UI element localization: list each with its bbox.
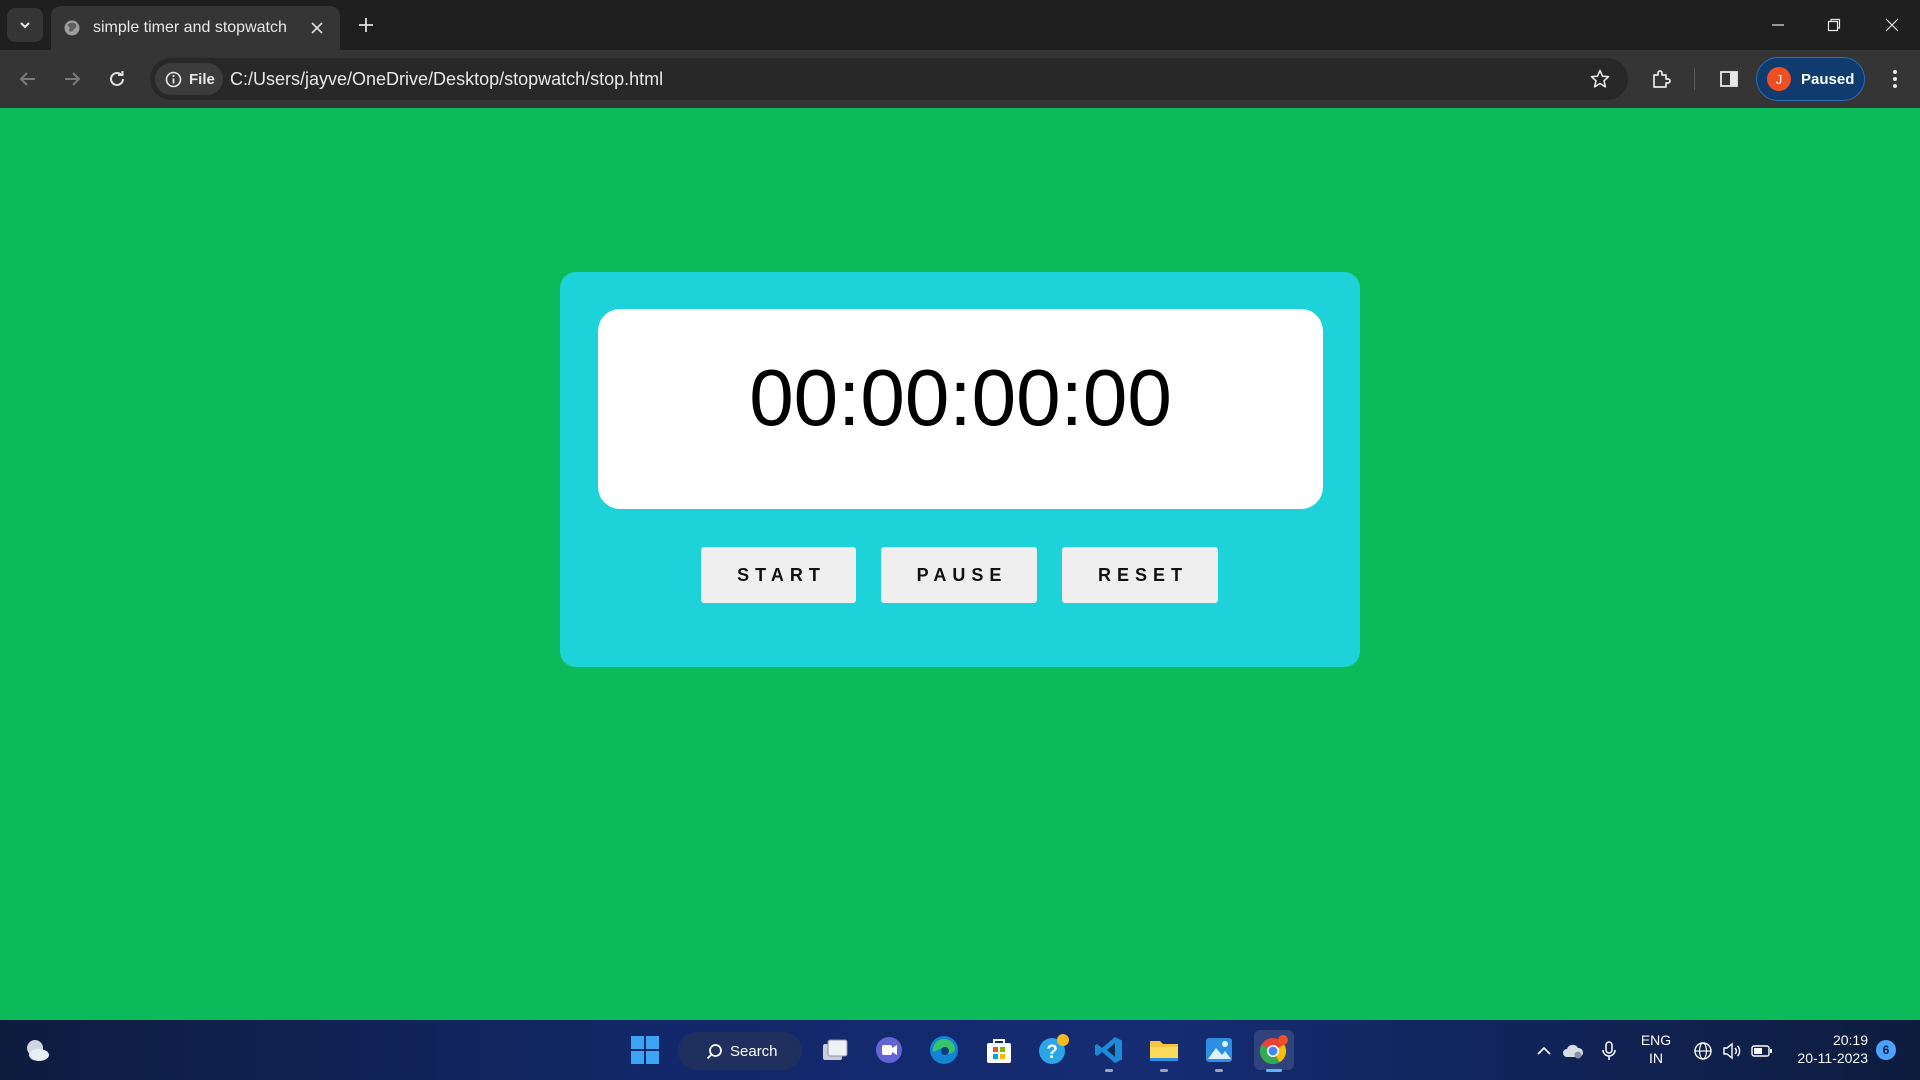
close-icon	[311, 22, 323, 34]
help-icon: ?	[1039, 1034, 1069, 1064]
search-label: Search	[730, 1042, 778, 1060]
restore-icon	[1827, 18, 1841, 32]
meet-icon	[876, 1037, 902, 1063]
toolbar-divider	[1694, 68, 1695, 90]
chevron-up-icon	[1537, 1046, 1551, 1055]
tab-search-button[interactable]	[7, 8, 43, 42]
bookmark-button[interactable]	[1588, 67, 1612, 91]
browser-tab[interactable]: simple timer and stopwatch	[51, 6, 340, 50]
running-indicator	[1266, 1069, 1282, 1072]
site-info-chip[interactable]: File	[155, 63, 223, 95]
arrow-right-icon	[65, 72, 81, 86]
running-indicator	[1215, 1069, 1223, 1072]
profile-status: Paused	[1801, 70, 1855, 88]
svg-text:?: ?	[1046, 1042, 1058, 1063]
store-icon	[987, 1039, 1011, 1063]
forward-button[interactable]	[54, 61, 90, 97]
info-icon	[165, 71, 182, 87]
site-chip-label: File	[189, 70, 215, 88]
file-explorer-icon	[1150, 1041, 1178, 1061]
microphone-icon	[1602, 1041, 1616, 1060]
task-view-icon	[823, 1039, 848, 1060]
microphone-tray-icon[interactable]	[1598, 1040, 1620, 1062]
running-indicator	[1160, 1069, 1168, 1072]
edge-app[interactable]	[924, 1030, 964, 1070]
notification-badge[interactable]: 6	[1876, 1040, 1896, 1060]
taskbar-search[interactable]: Search	[678, 1032, 802, 1070]
search-icon	[706, 1043, 722, 1059]
photos-app[interactable]	[1199, 1030, 1239, 1072]
tab-title: simple timer and stopwatch	[93, 19, 287, 36]
arrow-left-icon	[19, 72, 35, 86]
language-indicator[interactable]: ENG IN	[1638, 1031, 1674, 1067]
start-button[interactable]: START	[701, 547, 856, 603]
minimize-button[interactable]	[1750, 0, 1806, 50]
battery-tray-icon[interactable]	[1751, 1040, 1773, 1062]
more-vertical-icon	[1893, 70, 1897, 88]
network-tray-icon[interactable]	[1692, 1040, 1714, 1062]
minimize-icon	[1772, 24, 1784, 26]
chrome-icon	[1259, 1035, 1288, 1065]
weather-icon	[27, 1040, 49, 1061]
avatar: J	[1767, 67, 1791, 91]
puzzle-icon	[1653, 70, 1671, 88]
running-indicator	[1105, 1069, 1113, 1072]
browser-menu-button[interactable]	[1880, 64, 1910, 94]
start-icon	[631, 1036, 659, 1064]
clock-date: 20-11-2023	[1797, 1050, 1868, 1066]
photos-icon	[1206, 1038, 1232, 1062]
time-readout: 00:00:00:00	[749, 353, 1172, 442]
battery-icon	[1751, 1045, 1772, 1057]
close-icon	[1885, 18, 1899, 32]
volume-icon	[1723, 1042, 1741, 1060]
chrome-app[interactable]	[1254, 1030, 1294, 1072]
show-hidden-icons-button[interactable]	[1533, 1040, 1555, 1062]
new-tab-button[interactable]	[352, 11, 380, 39]
reload-icon	[110, 71, 124, 86]
volume-tray-icon[interactable]	[1721, 1040, 1743, 1062]
start-button[interactable]	[625, 1030, 665, 1070]
windows-taskbar: Search ? ENG IN 20:19 20-11-2023 6	[0, 1020, 1920, 1080]
vscode-app[interactable]	[1089, 1030, 1129, 1072]
globe-icon	[63, 19, 81, 37]
vscode-icon	[1095, 1037, 1122, 1063]
tab-close-button[interactable]	[306, 17, 328, 39]
restore-button[interactable]	[1806, 0, 1862, 50]
pause-button[interactable]: PAUSE	[881, 547, 1037, 603]
task-view-button[interactable]	[815, 1030, 855, 1070]
browser-toolbar: File C:/Users/jayve/OneDrive/Desktop/sto…	[0, 50, 1920, 108]
time-display: 00:00:00:00	[598, 309, 1323, 509]
star-icon	[1590, 69, 1610, 88]
extensions-button[interactable]	[1647, 64, 1677, 94]
store-app[interactable]	[979, 1030, 1019, 1070]
address-bar[interactable]: File C:/Users/jayve/OneDrive/Desktop/sto…	[150, 58, 1628, 100]
onedrive-tray-icon[interactable]	[1562, 1040, 1584, 1062]
language-code: ENG	[1640, 1032, 1672, 1048]
edge-icon	[930, 1036, 958, 1064]
reload-button[interactable]	[99, 61, 135, 97]
reset-button[interactable]: RESET	[1062, 547, 1218, 603]
close-window-button[interactable]	[1864, 0, 1920, 50]
get-help-app[interactable]: ?	[1034, 1030, 1074, 1070]
weather-widget[interactable]	[17, 1030, 57, 1070]
back-button[interactable]	[10, 61, 46, 97]
profile-button[interactable]: J Paused	[1756, 57, 1865, 101]
side-panel-button[interactable]	[1714, 64, 1744, 94]
meet-app[interactable]	[869, 1030, 909, 1070]
region-code: IN	[1649, 1050, 1663, 1066]
file-explorer-app[interactable]	[1144, 1030, 1184, 1072]
plus-icon	[359, 18, 373, 32]
system-clock[interactable]: 20:19 20-11-2023	[1788, 1031, 1868, 1067]
globe-icon	[1694, 1042, 1712, 1060]
chevron-down-icon	[20, 22, 30, 29]
stopwatch-card: 00:00:00:00 START PAUSE RESET	[560, 272, 1360, 667]
browser-title-bar: simple timer and stopwatch	[0, 0, 1920, 50]
url-text[interactable]: C:/Users/jayve/OneDrive/Desktop/stopwatc…	[230, 69, 663, 90]
side-panel-icon	[1720, 71, 1738, 87]
clock-time: 20:19	[1832, 1032, 1868, 1048]
onedrive-icon	[1563, 1044, 1584, 1059]
